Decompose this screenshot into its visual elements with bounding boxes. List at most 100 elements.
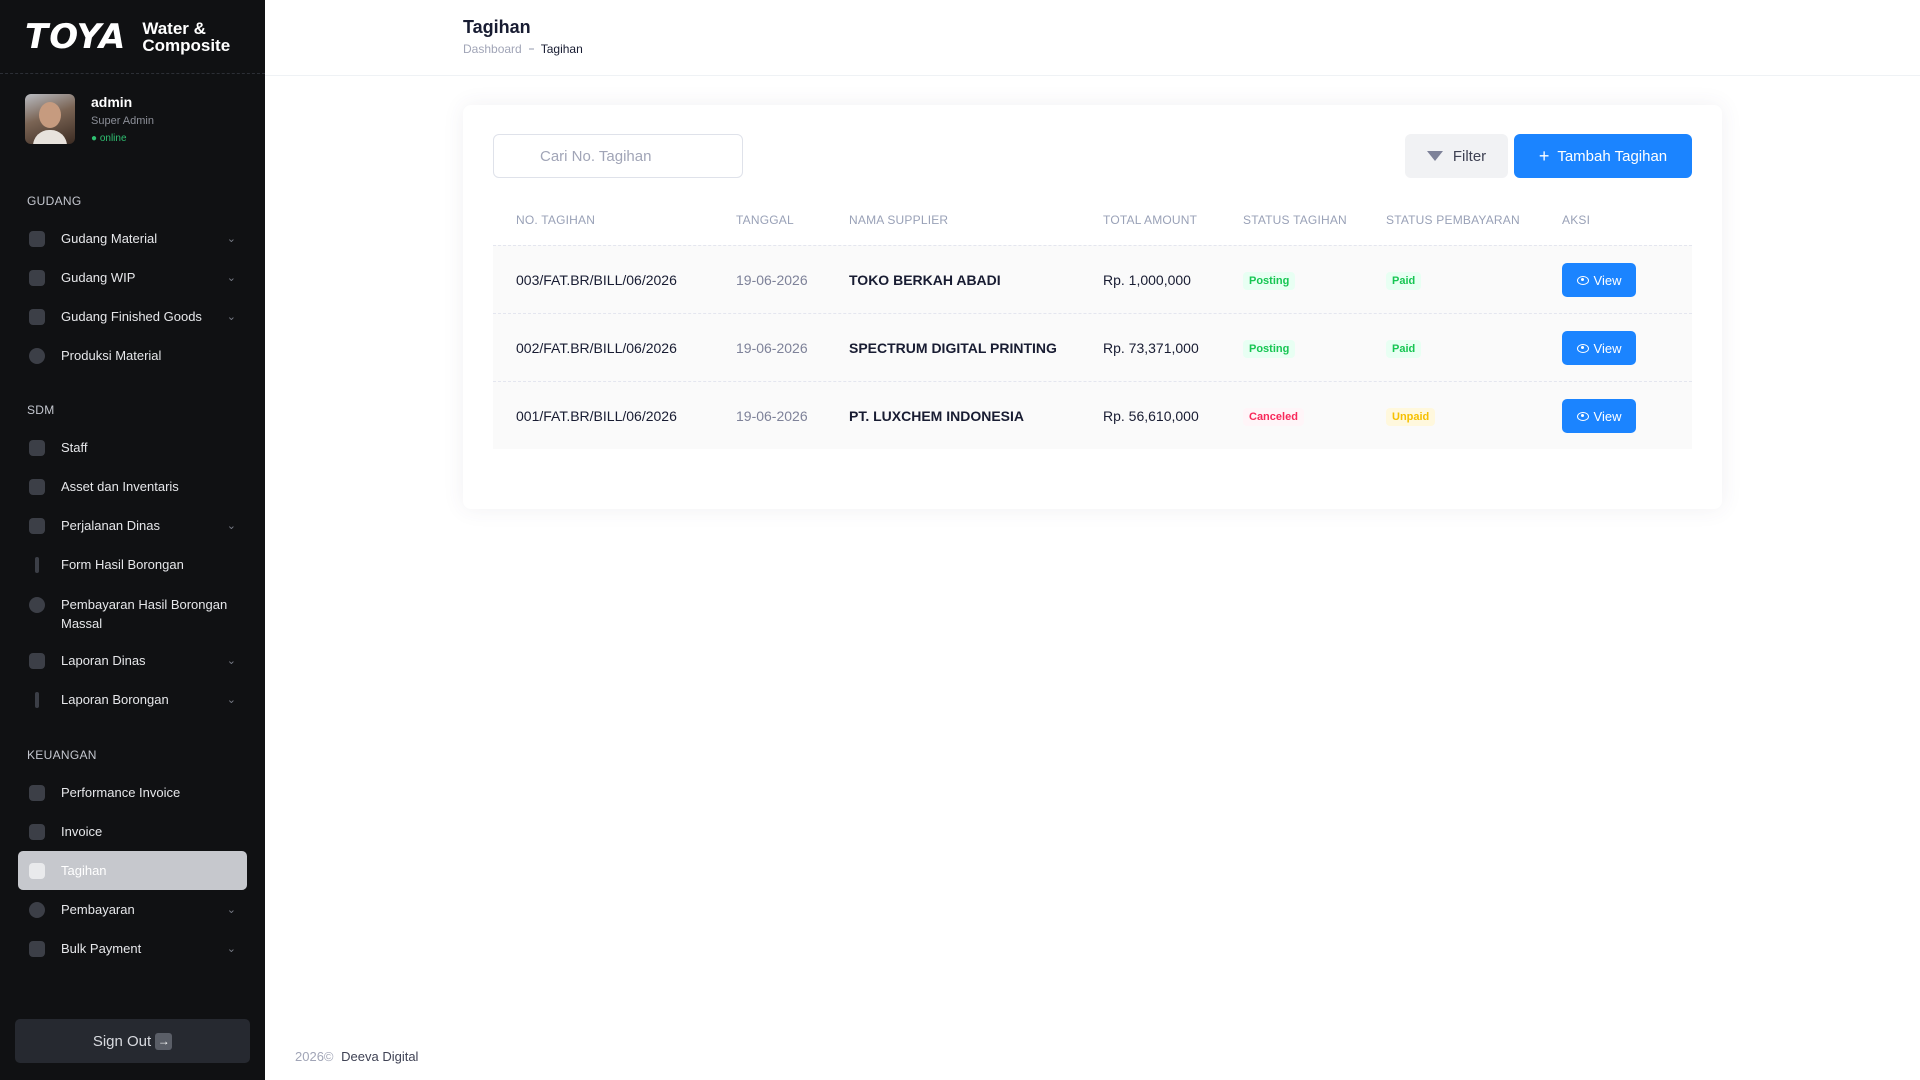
plus-icon: + bbox=[1538, 146, 1550, 166]
sign-out-button[interactable]: Sign Out → bbox=[15, 1019, 250, 1063]
sidebar-item-gudang-material[interactable]: Gudang Material ⌄ bbox=[18, 219, 247, 258]
breadcrumb-separator bbox=[528, 48, 534, 50]
wallet-icon bbox=[29, 940, 45, 957]
chevron-down-icon: ⌄ bbox=[226, 655, 236, 667]
sidebar-item-label: Performance Invoice bbox=[61, 785, 181, 800]
sidebar-item-invoice[interactable]: Invoice bbox=[18, 812, 247, 851]
sidebar-item-form-hasil-borongan[interactable]: Form Hasil Borongan bbox=[18, 545, 247, 584]
bill-date: 19-06-2026 bbox=[736, 340, 808, 356]
supplier-name: SPECTRUM DIGITAL PRINTING bbox=[849, 340, 1057, 356]
sidebar-item-label: Perjalanan Dinas bbox=[61, 518, 161, 533]
status-badge: Posting bbox=[1243, 340, 1296, 358]
column-header-no[interactable]: NO. TAGIHAN bbox=[516, 213, 595, 227]
column-header-action: AKSI bbox=[1562, 213, 1591, 227]
column-header-date[interactable]: TANGGAL bbox=[736, 213, 794, 227]
brand-line2: Composite bbox=[142, 35, 231, 55]
breadcrumb: Dashboard Tagihan bbox=[463, 42, 583, 56]
chevron-down-icon: ⌄ bbox=[226, 233, 236, 245]
column-header-payment[interactable]: STATUS PEMBAYARAN bbox=[1386, 213, 1520, 227]
sign-out-label: Sign Out bbox=[92, 1032, 152, 1050]
total-amount: Rp. 73,371,000 bbox=[1103, 340, 1199, 356]
status-badge: Posting bbox=[1243, 272, 1296, 290]
user-status: ● online bbox=[91, 133, 127, 144]
brand[interactable]: TOYA Water & Composite bbox=[0, 0, 265, 74]
footer: 2026© Deeva Digital bbox=[295, 1049, 418, 1064]
car-icon bbox=[29, 517, 45, 534]
chevron-down-icon: ⌄ bbox=[226, 904, 236, 916]
view-label: View bbox=[1593, 408, 1622, 424]
sidebar-item-performance-invoice[interactable]: Performance Invoice bbox=[18, 773, 247, 812]
bill-date: 19-06-2026 bbox=[736, 272, 808, 288]
view-button[interactable]: View bbox=[1562, 263, 1636, 297]
view-button[interactable]: View bbox=[1562, 331, 1636, 365]
column-header-amount[interactable]: TOTAL AMOUNT bbox=[1103, 213, 1197, 227]
sidebar-item-label: Tagihan bbox=[61, 863, 107, 878]
column-header-supplier[interactable]: NAMA SUPPLIER bbox=[849, 213, 948, 227]
bill-date: 19-06-2026 bbox=[736, 408, 808, 424]
brand-logo: TOYA bbox=[25, 16, 127, 57]
sidebar-item-perjalanan-dinas[interactable]: Perjalanan Dinas ⌄ bbox=[18, 506, 247, 545]
add-bill-label: Tambah Tagihan bbox=[1557, 147, 1668, 165]
sidebar-item-laporan-borongan[interactable]: Laporan Borongan ⌄ bbox=[18, 680, 247, 719]
payment-badge: Paid bbox=[1386, 272, 1422, 290]
chevron-down-icon: ⌄ bbox=[226, 520, 236, 532]
sidebar-item-label: Form Hasil Borongan bbox=[61, 557, 184, 572]
sidebar-item-label: Laporan Dinas bbox=[61, 653, 146, 668]
chevron-down-icon: ⌄ bbox=[226, 272, 236, 284]
footer-year: 2026© bbox=[295, 1049, 334, 1064]
bill-number: 002/FAT.BR/BILL/06/2026 bbox=[516, 340, 677, 356]
sidebar-item-label: Asset dan Inventaris bbox=[61, 479, 179, 494]
sidebar: TOYA Water & Composite admin Super Admin… bbox=[0, 0, 265, 1080]
total-amount: Rp. 56,610,000 bbox=[1103, 408, 1199, 424]
add-bill-button[interactable]: + Tambah Tagihan bbox=[1514, 134, 1692, 178]
bar-icon bbox=[35, 556, 39, 573]
search-input[interactable] bbox=[493, 134, 743, 178]
breadcrumb-current: Tagihan bbox=[540, 42, 583, 56]
total-amount: Rp. 1,000,000 bbox=[1103, 272, 1191, 288]
chevron-down-icon: ⌄ bbox=[226, 943, 236, 955]
filter-icon bbox=[1426, 151, 1443, 161]
sidebar-item-gudang-wip[interactable]: Gudang WIP ⌄ bbox=[18, 258, 247, 297]
sign-out-icon: → bbox=[155, 1032, 173, 1050]
view-label: View bbox=[1593, 272, 1622, 288]
sidebar-item-label: Invoice bbox=[61, 824, 103, 839]
footer-company-link[interactable]: Deeva Digital bbox=[341, 1049, 418, 1064]
sidebar-item-label: Bulk Payment bbox=[61, 941, 142, 956]
user-role: Super Admin bbox=[91, 115, 154, 127]
sidebar-item-label: Staff bbox=[61, 440, 88, 455]
view-label: View bbox=[1593, 340, 1622, 356]
bills-card: Filter + Tambah Tagihan NO. TAGIHAN TANG… bbox=[463, 105, 1722, 509]
page-title: Tagihan bbox=[463, 17, 531, 37]
supplier-name: PT. LUXCHEM INDONESIA bbox=[849, 408, 1025, 424]
layers-icon bbox=[29, 478, 45, 495]
section-keuangan: KEUANGAN bbox=[27, 748, 97, 762]
eye-icon bbox=[1576, 343, 1589, 353]
sidebar-item-asset-inventaris[interactable]: Asset dan Inventaris bbox=[18, 467, 247, 506]
brand-subtitle: Water & Composite bbox=[142, 20, 230, 54]
sidebar-item-pembayaran-hasil-borongan-massal[interactable]: Pembayaran Hasil Borongan Massal bbox=[18, 592, 247, 634]
breadcrumb-dashboard[interactable]: Dashboard bbox=[463, 42, 522, 56]
warehouse-icon bbox=[29, 230, 45, 247]
column-header-status[interactable]: STATUS TAGIHAN bbox=[1243, 213, 1347, 227]
wrench-icon bbox=[29, 269, 45, 286]
document-icon bbox=[29, 784, 45, 801]
sidebar-item-bulk-payment[interactable]: Bulk Payment ⌄ bbox=[18, 929, 247, 968]
supplier-name: TOKO BERKAH ABADI bbox=[849, 272, 1001, 288]
avatar[interactable] bbox=[25, 94, 75, 144]
document-icon bbox=[29, 862, 45, 879]
staff-icon bbox=[29, 439, 45, 456]
sidebar-item-pembayaran[interactable]: Pembayaran ⌄ bbox=[18, 890, 247, 929]
dollar-icon bbox=[29, 901, 45, 918]
car-icon bbox=[29, 652, 45, 669]
sidebar-item-label: Gudang WIP bbox=[61, 270, 136, 285]
filter-button[interactable]: Filter bbox=[1405, 134, 1508, 178]
chevron-down-icon: ⌄ bbox=[226, 311, 236, 323]
sidebar-item-staff[interactable]: Staff bbox=[18, 428, 247, 467]
view-button[interactable]: View bbox=[1562, 399, 1636, 433]
sidebar-item-produksi-material[interactable]: Produksi Material bbox=[18, 336, 247, 375]
sidebar-item-tagihan[interactable]: Tagihan bbox=[18, 851, 247, 890]
table-row: 001/FAT.BR/BILL/06/2026 19-06-2026 PT. L… bbox=[493, 381, 1692, 449]
sidebar-item-laporan-dinas[interactable]: Laporan Dinas ⌄ bbox=[18, 641, 247, 680]
sidebar-item-gudang-finished-goods[interactable]: Gudang Finished Goods ⌄ bbox=[18, 297, 247, 336]
production-icon bbox=[29, 347, 45, 364]
